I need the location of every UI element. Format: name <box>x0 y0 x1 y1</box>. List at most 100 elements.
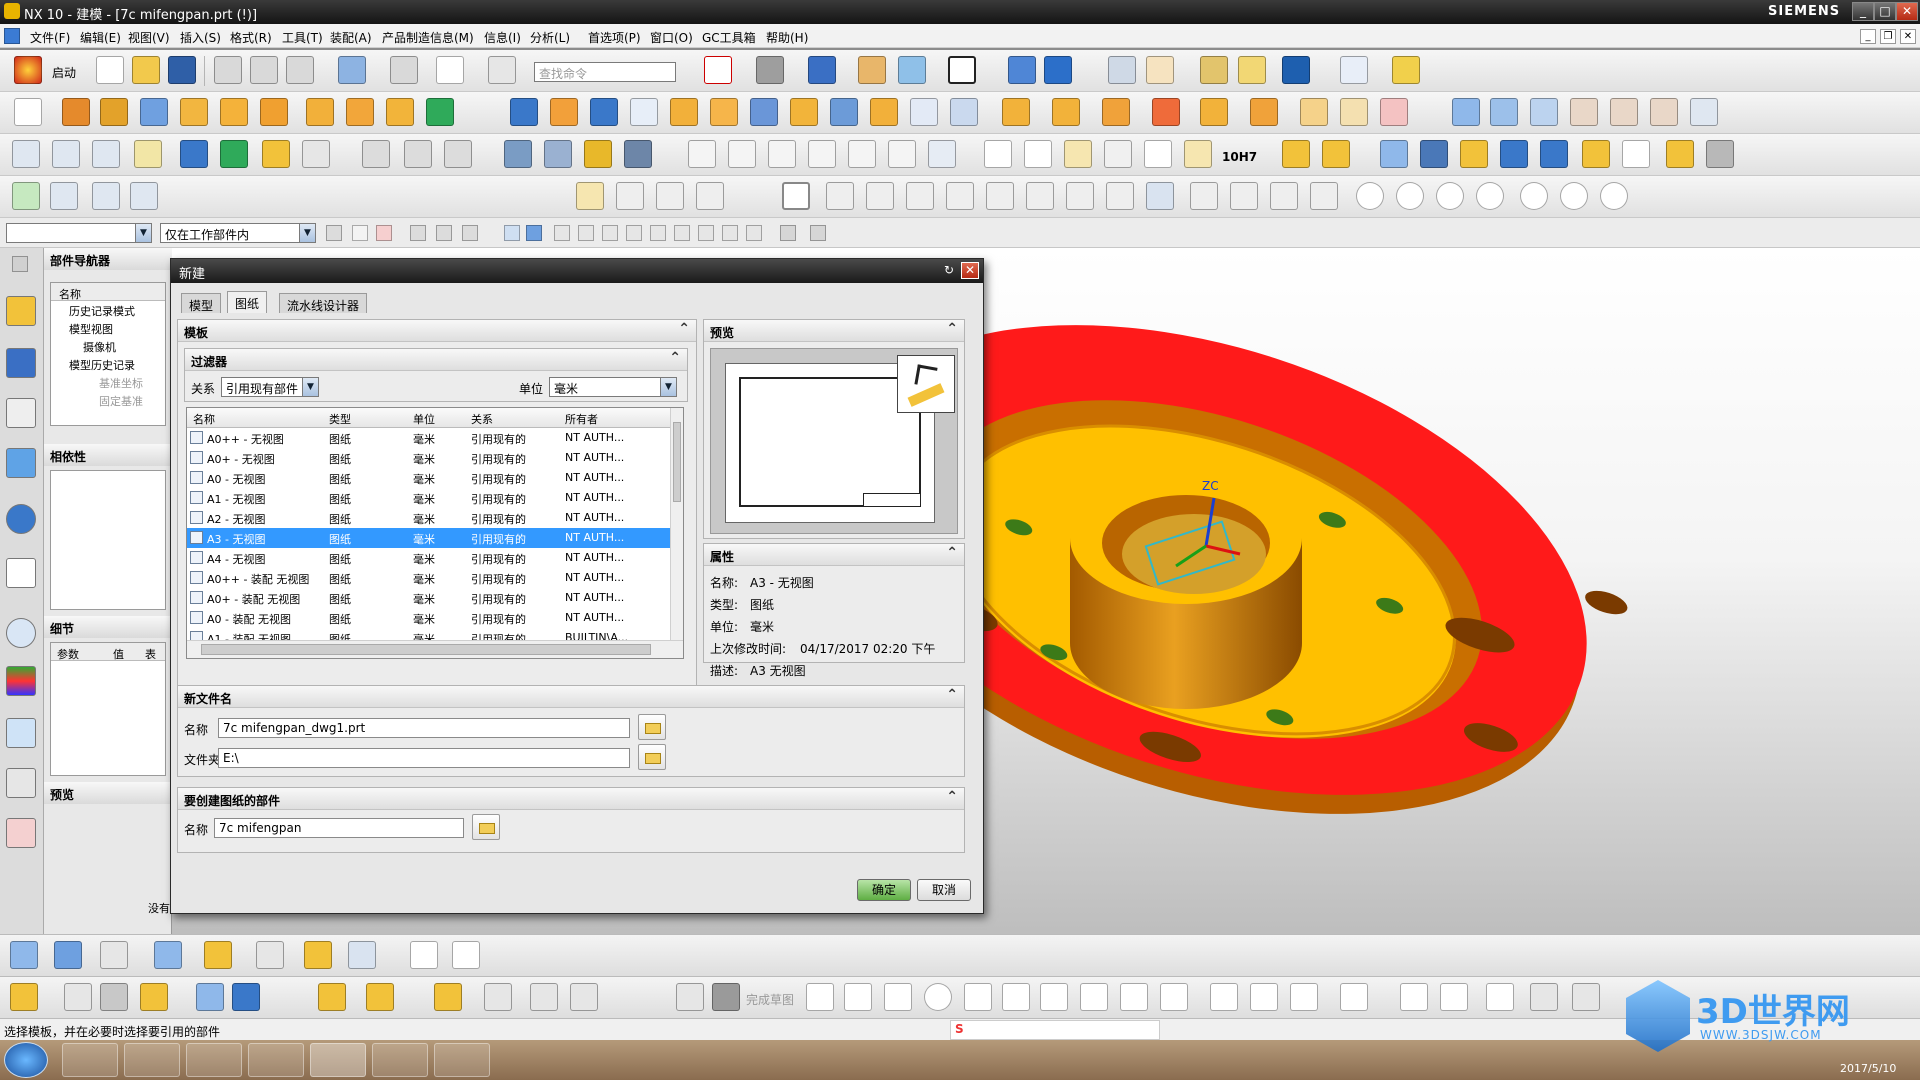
open-folder-icon[interactable] <box>132 56 160 84</box>
table-row[interactable]: A0+ - 装配 无视图 图纸 毫米 引用现有的 NT AUTH... <box>187 588 671 608</box>
intersect-curve-icon[interactable] <box>928 140 956 168</box>
coil-icon[interactable] <box>584 140 612 168</box>
copy-icon[interactable] <box>250 56 278 84</box>
shell-face-icon[interactable] <box>1340 98 1368 126</box>
name-column-header[interactable]: 名称 <box>59 286 81 302</box>
orient-view-icon[interactable] <box>808 56 836 84</box>
tube-icon[interactable] <box>504 140 532 168</box>
table-icon[interactable] <box>1024 140 1052 168</box>
line-segment-icon[interactable] <box>826 182 854 210</box>
sketch-studio-spline-icon[interactable] <box>1080 983 1108 1011</box>
exploded-view-icon[interactable] <box>1500 140 1528 168</box>
hole-icon[interactable] <box>220 98 248 126</box>
constraint-navigator-icon[interactable] <box>6 348 36 378</box>
surface-finish-icon[interactable] <box>1104 140 1132 168</box>
projected-view-icon[interactable] <box>100 941 128 969</box>
gdt-icon[interactable] <box>1064 140 1092 168</box>
collapse-icon[interactable]: ⌃ <box>669 350 681 366</box>
sync-move-icon[interactable] <box>1002 98 1030 126</box>
circle-point-icon[interactable] <box>1600 182 1628 210</box>
extrude-icon[interactable] <box>62 98 90 126</box>
assembly-navigator-icon[interactable] <box>6 296 36 326</box>
mdi-close-button[interactable]: ✕ <box>1900 29 1916 44</box>
type-filter-select[interactable]: ▼ <box>6 223 152 243</box>
sketch-line-icon[interactable] <box>844 983 872 1011</box>
preview-title[interactable]: 预览 <box>44 782 172 804</box>
edge-blend-icon[interactable] <box>870 98 898 126</box>
select-edge-icon[interactable] <box>410 225 426 241</box>
tab-model[interactable]: 模型 <box>181 293 222 313</box>
replace-face-icon[interactable] <box>1152 98 1180 126</box>
column-name[interactable]: 名称 <box>193 411 215 427</box>
undo-icon[interactable] <box>338 56 366 84</box>
preview-section-header[interactable]: 预览 ⌃ <box>704 320 964 342</box>
block-icon[interactable] <box>140 98 168 126</box>
web-browser-icon[interactable] <box>6 558 36 588</box>
sweep-icon[interactable] <box>510 98 538 126</box>
part-name-input[interactable]: 7c mifengpan <box>214 818 464 838</box>
history-icon[interactable] <box>6 618 36 648</box>
filename-input[interactable]: 7c mifengpan_dwg1.prt <box>218 718 630 738</box>
circle-radius-icon[interactable] <box>1476 182 1504 210</box>
spline-icon[interactable] <box>362 140 390 168</box>
tree-item[interactable]: 模型历史记录 <box>69 357 135 373</box>
sphere-icon[interactable] <box>910 98 938 126</box>
expression-column-header[interactable]: 表 <box>145 646 156 662</box>
sketch-mirror-icon[interactable] <box>1440 983 1468 1011</box>
manufacturing-wizard-icon[interactable] <box>6 768 36 798</box>
conic-icon[interactable] <box>1560 182 1588 210</box>
circle-tangent-icon[interactable] <box>1436 182 1464 210</box>
maximize-button[interactable]: □ <box>1874 2 1896 21</box>
wave-icon[interactable] <box>1622 140 1650 168</box>
wcs-icon[interactable] <box>1146 56 1174 84</box>
bridge-surface-icon[interactable] <box>1650 98 1678 126</box>
studio-surface-icon[interactable] <box>1530 98 1558 126</box>
snap-view-icon[interactable] <box>1008 56 1036 84</box>
sketch-icon[interactable] <box>14 98 42 126</box>
break-view-icon[interactable] <box>256 941 284 969</box>
menu-pmi[interactable]: 产品制造信息(M) <box>382 29 474 46</box>
browse-folder-button[interactable] <box>638 744 666 770</box>
dialog-close-button[interactable]: ✕ <box>961 262 979 279</box>
point-icon[interactable] <box>134 140 162 168</box>
font-icon[interactable] <box>410 941 438 969</box>
unite-icon[interactable] <box>386 98 414 126</box>
info-icon[interactable] <box>6 504 36 534</box>
new-file-icon[interactable] <box>96 56 124 84</box>
edit-section-icon[interactable] <box>1044 56 1072 84</box>
blend-icon[interactable] <box>550 98 578 126</box>
mesh-surface-icon[interactable] <box>1490 98 1518 126</box>
fixed-icon[interactable] <box>434 983 462 1011</box>
table-row[interactable]: A0 - 装配 无视图 图纸 毫米 引用现有的 NT AUTH... <box>187 608 671 628</box>
datum-plane-icon[interactable] <box>52 140 80 168</box>
extend-curve-icon[interactable] <box>656 182 684 210</box>
fit-label[interactable]: 10H7 <box>1222 150 1257 164</box>
triangle-icon[interactable] <box>984 140 1012 168</box>
delete-face-icon[interactable] <box>1102 98 1130 126</box>
details-title[interactable]: 细节 <box>44 616 172 638</box>
cable-icon[interactable] <box>544 140 572 168</box>
arc-icon[interactable] <box>728 140 756 168</box>
constraint-icon[interactable] <box>1380 140 1408 168</box>
polyline-icon[interactable] <box>768 140 796 168</box>
point-on-face-icon[interactable] <box>746 225 762 241</box>
circle-center-icon[interactable] <box>1356 182 1384 210</box>
table-row[interactable]: A0++ - 装配 无视图 图纸 毫米 引用现有的 NT AUTH... <box>187 568 671 588</box>
column-type[interactable]: 类型 <box>329 411 351 427</box>
trim-curve-icon[interactable] <box>616 182 644 210</box>
table-row[interactable]: A0++ - 无视图 图纸 毫米 引用现有的 NT AUTH... <box>187 428 671 448</box>
sketch-edit-icon[interactable] <box>10 983 38 1011</box>
app-menu-icon[interactable] <box>4 28 20 44</box>
sketch-constraint-icon[interactable] <box>1486 983 1514 1011</box>
sync-offset-icon[interactable] <box>1052 98 1080 126</box>
boss-icon[interactable] <box>260 98 288 126</box>
axis-line-icon[interactable] <box>866 182 894 210</box>
menu-assembly[interactable]: 装配(A) <box>330 29 372 46</box>
chevron-down-icon[interactable]: ▼ <box>302 378 318 396</box>
sketch-corner-icon[interactable] <box>1290 983 1318 1011</box>
chevron-down-icon[interactable]: ▼ <box>660 378 676 396</box>
arc-center-icon[interactable] <box>1230 182 1258 210</box>
work-layer-icon[interactable] <box>858 56 886 84</box>
snap-point-icon[interactable] <box>326 225 342 241</box>
corner-icon[interactable] <box>696 182 724 210</box>
